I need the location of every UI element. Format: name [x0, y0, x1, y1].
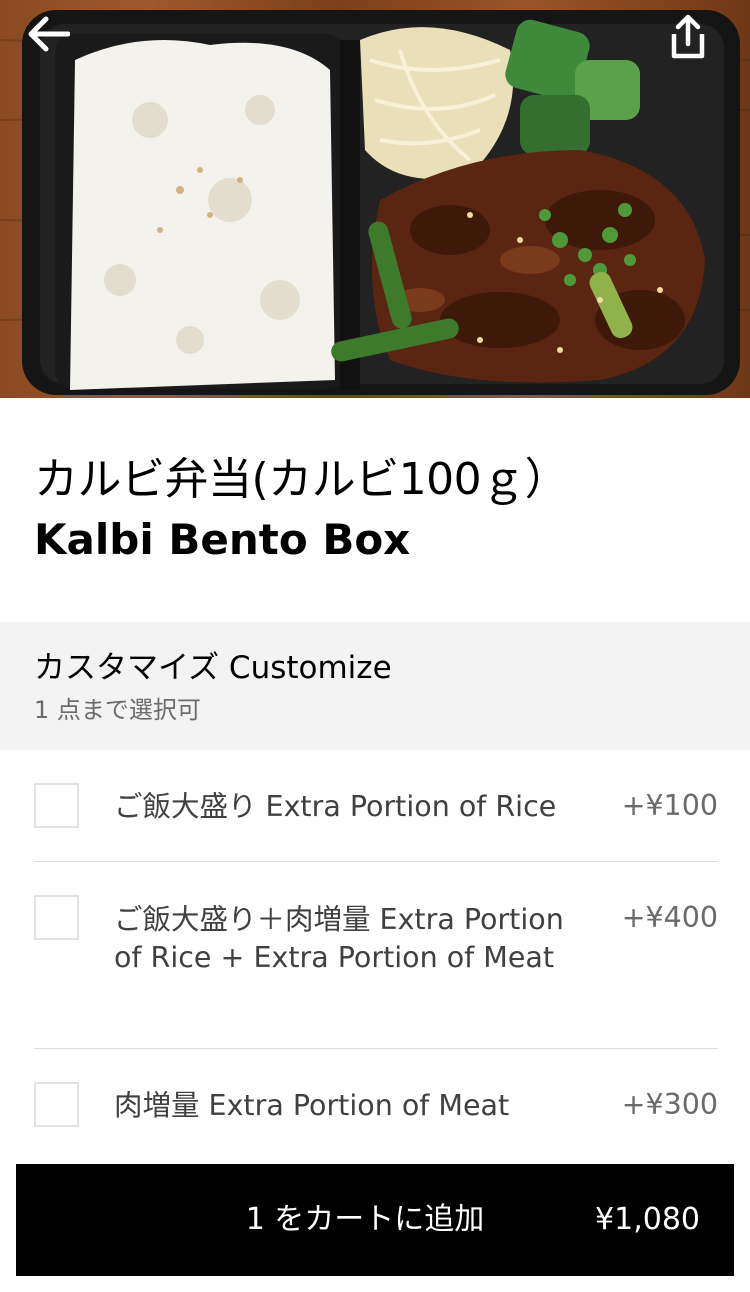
customize-subtitle: 1 点まで選択可 [34, 696, 201, 724]
back-button[interactable] [26, 14, 82, 70]
customize-title: カスタマイズ Customize [34, 650, 392, 686]
add-to-cart-button[interactable]: 1 をカートに追加 ¥1,080 [16, 1164, 734, 1276]
option-label: ご飯大盛り＋肉増量 Extra Portion of Rice + Extra … [114, 903, 564, 974]
option-label: 肉増量 Extra Portion of Meat [114, 1089, 510, 1122]
share-button[interactable] [668, 14, 724, 70]
option-price: +¥100 [621, 789, 718, 822]
kalbi-bento-photo [0, 0, 750, 398]
option-label: ご飯大盛り Extra Portion of Rice [114, 790, 557, 823]
option-price: +¥400 [621, 901, 718, 934]
option-extra-rice-and-meat[interactable]: ご飯大盛り＋肉増量 Extra Portion of Rice + Extra … [34, 895, 718, 977]
divider [34, 861, 718, 862]
share-icon [671, 14, 705, 59]
cart-total-price: ¥1,080 [595, 1202, 700, 1237]
option-checkbox[interactable] [34, 895, 79, 940]
divider [34, 1048, 718, 1049]
item-title: カルビ弁当(カルビ100ｇ） Kalbi Bento Box [34, 450, 724, 570]
option-extra-meat[interactable]: 肉増量 Extra Portion of Meat +¥300 [34, 1082, 718, 1127]
item-title-japanese: カルビ弁当(カルビ100ｇ） [34, 454, 569, 505]
customize-section-header: カスタマイズ Customize 1 点まで選択可 [0, 622, 750, 750]
back-arrow-icon [28, 16, 70, 52]
item-title-english: Kalbi Bento Box [34, 515, 411, 564]
option-price: +¥300 [621, 1088, 718, 1121]
option-checkbox[interactable] [34, 783, 79, 828]
option-extra-rice[interactable]: ご飯大盛り Extra Portion of Rice +¥100 [34, 783, 718, 828]
option-checkbox[interactable] [34, 1082, 79, 1127]
bento-illustration [0, 10, 750, 395]
